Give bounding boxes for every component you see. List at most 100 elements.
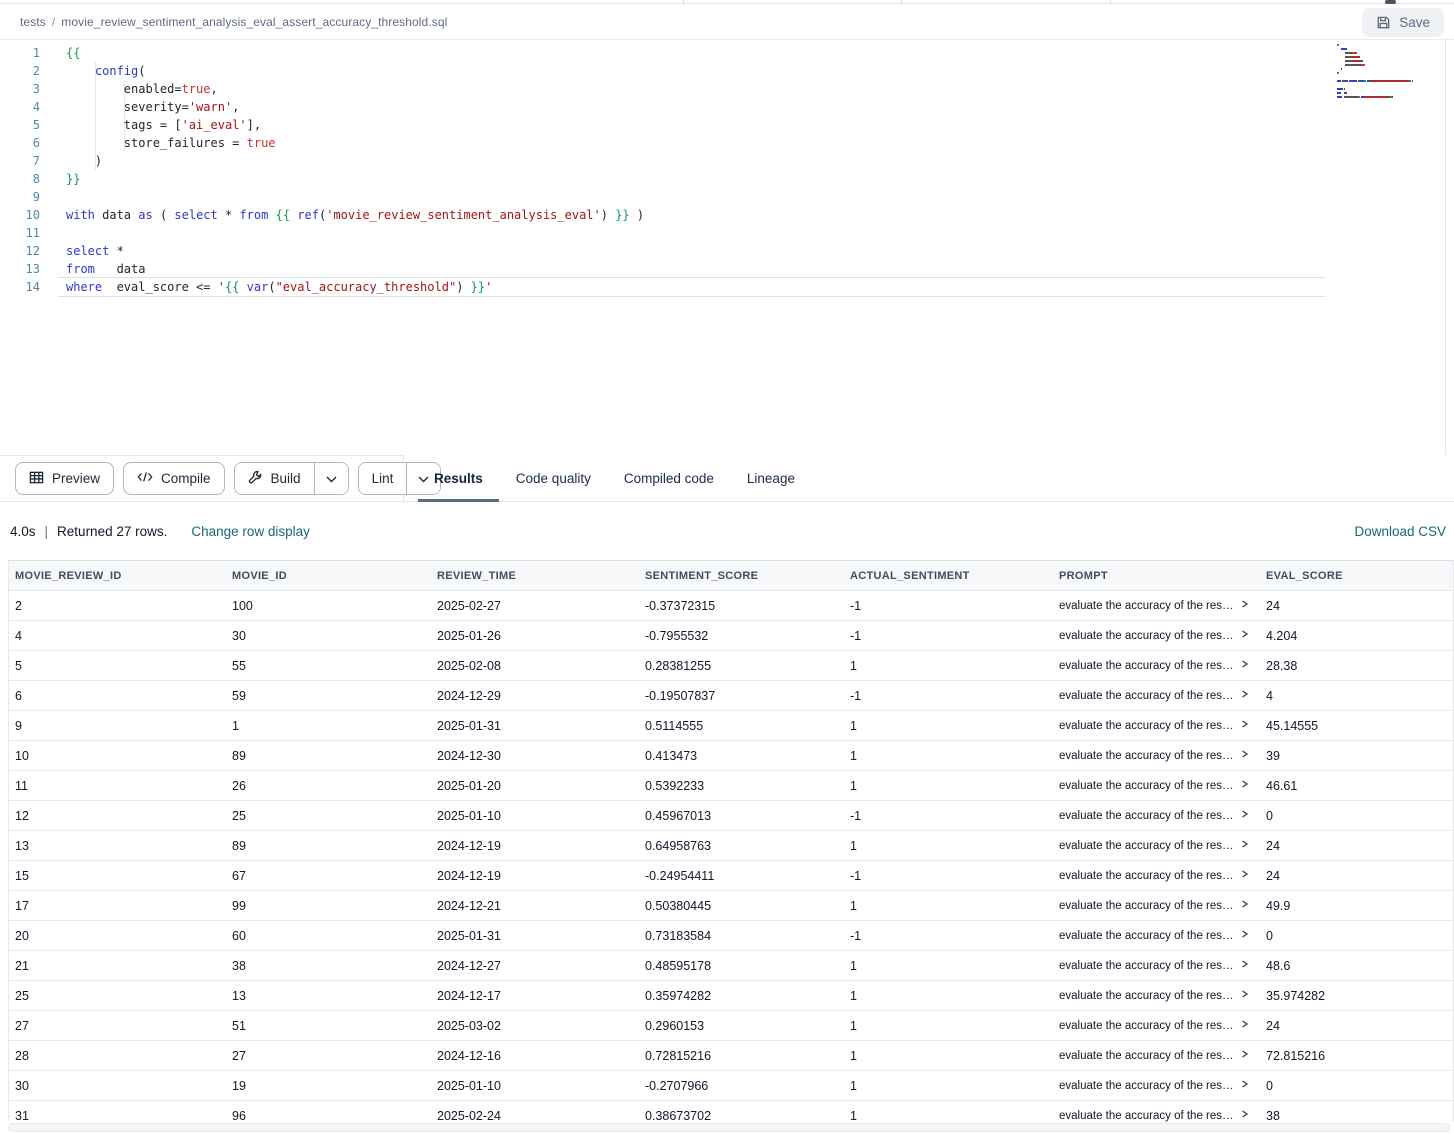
expand-prompt-button[interactable] [1240,599,1249,609]
breadcrumb-separator: / [52,15,55,29]
code-icon [137,470,153,487]
cell-actual-sentiment: 1 [844,659,1053,673]
save-button[interactable]: Save [1362,8,1444,37]
cell-eval-score: 49.9 [1260,899,1453,913]
prompt-preview-text: evaluate the accuracy of the res… [1059,630,1234,642]
prompt-preview-text: evaluate the accuracy of the res… [1059,840,1234,852]
status-separator: | [45,524,49,539]
wrench-icon [248,470,263,488]
cell-movie-id: 55 [226,659,431,673]
cell-eval-score: 24 [1260,869,1453,883]
cell-sentiment-score: -0.7955532 [639,629,844,643]
code-line: 9 [0,188,644,206]
build-button[interactable]: Build [235,463,314,494]
expand-prompt-button[interactable] [1240,899,1249,909]
expand-prompt-button[interactable] [1240,749,1249,759]
expand-prompt-button[interactable] [1240,839,1249,849]
cell-sentiment-score: 0.2960153 [639,1019,844,1033]
tab-compiled-code[interactable]: Compiled code [624,455,714,502]
tab-code-quality[interactable]: Code quality [516,455,591,502]
cell-eval-score: 39 [1260,749,1453,763]
cell-actual-sentiment: 1 [844,779,1053,793]
expand-prompt-button[interactable] [1240,1079,1249,1089]
cell-actual-sentiment: -1 [844,629,1053,643]
prompt-preview-text: evaluate the accuracy of the res… [1059,780,1234,792]
cell-movie-review-id: 30 [9,1079,226,1093]
cell-prompt: evaluate the accuracy of the res… [1053,690,1260,702]
cell-eval-score: 48.6 [1260,959,1453,973]
cell-actual-sentiment: 1 [844,839,1053,853]
table-icon [29,470,44,488]
minimap[interactable] [1333,40,1445,455]
expand-prompt-button[interactable] [1240,659,1249,669]
expand-prompt-button[interactable] [1240,869,1249,879]
cell-sentiment-score: 0.35974282 [639,989,844,1003]
table-row: 4302025-01-26-0.7955532-1evaluate the ac… [9,621,1453,651]
expand-prompt-button[interactable] [1240,689,1249,699]
cell-sentiment-score: 0.72815216 [639,1049,844,1063]
prompt-preview-text: evaluate the accuracy of the res… [1059,1020,1234,1032]
build-button-label: Build [271,471,301,486]
expand-prompt-button[interactable] [1240,629,1249,639]
expand-prompt-button[interactable] [1240,1109,1249,1119]
save-icon [1376,15,1391,30]
expand-prompt-button[interactable] [1240,779,1249,789]
preview-button[interactable]: Preview [15,462,114,495]
expand-prompt-button[interactable] [1240,1019,1249,1029]
expand-prompt-button[interactable] [1240,719,1249,729]
line-number: 9 [0,188,40,206]
cell-prompt: evaluate the accuracy of the res… [1053,810,1260,822]
cell-review-time: 2025-02-08 [431,659,639,673]
table-row: 912025-01-310.51145551evaluate the accur… [9,711,1453,741]
table-row: 5552025-02-080.283812551evaluate the acc… [9,651,1453,681]
table-row: 10892024-12-300.4134731evaluate the accu… [9,741,1453,771]
change-row-display-link[interactable]: Change row display [191,524,310,539]
minimap-code [1337,44,1413,100]
tab-results[interactable]: Results [434,455,483,502]
code-editor[interactable]: 1{{2 config(3 enabled=true,4 severity='w… [0,40,1454,455]
table-row: 6592024-12-29-0.19507837-1evaluate the a… [9,681,1453,711]
cell-prompt: evaluate the accuracy of the res… [1053,930,1260,942]
table-row: 21002025-02-27-0.37372315-1evaluate the … [9,591,1453,621]
table-row: 28272024-12-160.728152161evaluate the ac… [9,1041,1453,1071]
cell-prompt: evaluate the accuracy of the res… [1053,870,1260,882]
expand-prompt-button[interactable] [1240,1049,1249,1059]
prompt-preview-text: evaluate the accuracy of the res… [1059,900,1234,912]
expand-prompt-button[interactable] [1240,809,1249,819]
cell-prompt: evaluate the accuracy of the res… [1053,1020,1260,1032]
status-bar: 4.0s | Returned 27 rows. Change row disp… [0,502,1454,560]
code-line: 10with data as ( select * from {{ ref('m… [0,206,644,224]
cell-actual-sentiment: 1 [844,1019,1053,1033]
horizontal-scrollbar-track[interactable] [8,1123,1450,1132]
build-dropdown-button[interactable] [314,463,348,494]
cell-prompt: evaluate the accuracy of the res… [1053,720,1260,732]
results-table: MOVIE_REVIEW_IDMOVIE_IDREVIEW_TIMESENTIM… [8,560,1454,1122]
expand-prompt-button[interactable] [1240,929,1249,939]
cell-review-time: 2025-01-10 [431,1079,639,1093]
query-duration: 4.0s [10,524,36,539]
cell-review-time: 2025-02-27 [431,599,639,613]
cell-movie-review-id: 2 [9,599,226,613]
tab-lineage[interactable]: Lineage [747,455,795,502]
breadcrumb-folder: tests [20,15,46,29]
expand-prompt-button[interactable] [1240,959,1249,969]
cell-sentiment-score: -0.24954411 [639,869,844,883]
column-header: SENTIMENT_SCORE [639,570,844,582]
cell-movie-id: 38 [226,959,431,973]
line-number: 8 [0,170,40,188]
expand-prompt-button[interactable] [1240,989,1249,999]
toolbar: Preview Compile Build [0,455,1454,502]
download-csv-link[interactable]: Download CSV [1354,524,1446,539]
compile-button[interactable]: Compile [123,462,225,495]
cell-movie-review-id: 27 [9,1019,226,1033]
line-number: 6 [0,134,40,152]
lint-button[interactable]: Lint [359,463,407,494]
cell-movie-id: 30 [226,629,431,643]
cell-sentiment-score: -0.2707966 [639,1079,844,1093]
cell-actual-sentiment: 1 [844,989,1053,1003]
tab-divider [683,0,684,4]
prompt-preview-text: evaluate the accuracy of the res… [1059,690,1234,702]
cell-actual-sentiment: 1 [844,1079,1053,1093]
editor-scrollbar[interactable] [1445,40,1454,455]
horizontal-scrollbar[interactable] [0,1122,1454,1134]
